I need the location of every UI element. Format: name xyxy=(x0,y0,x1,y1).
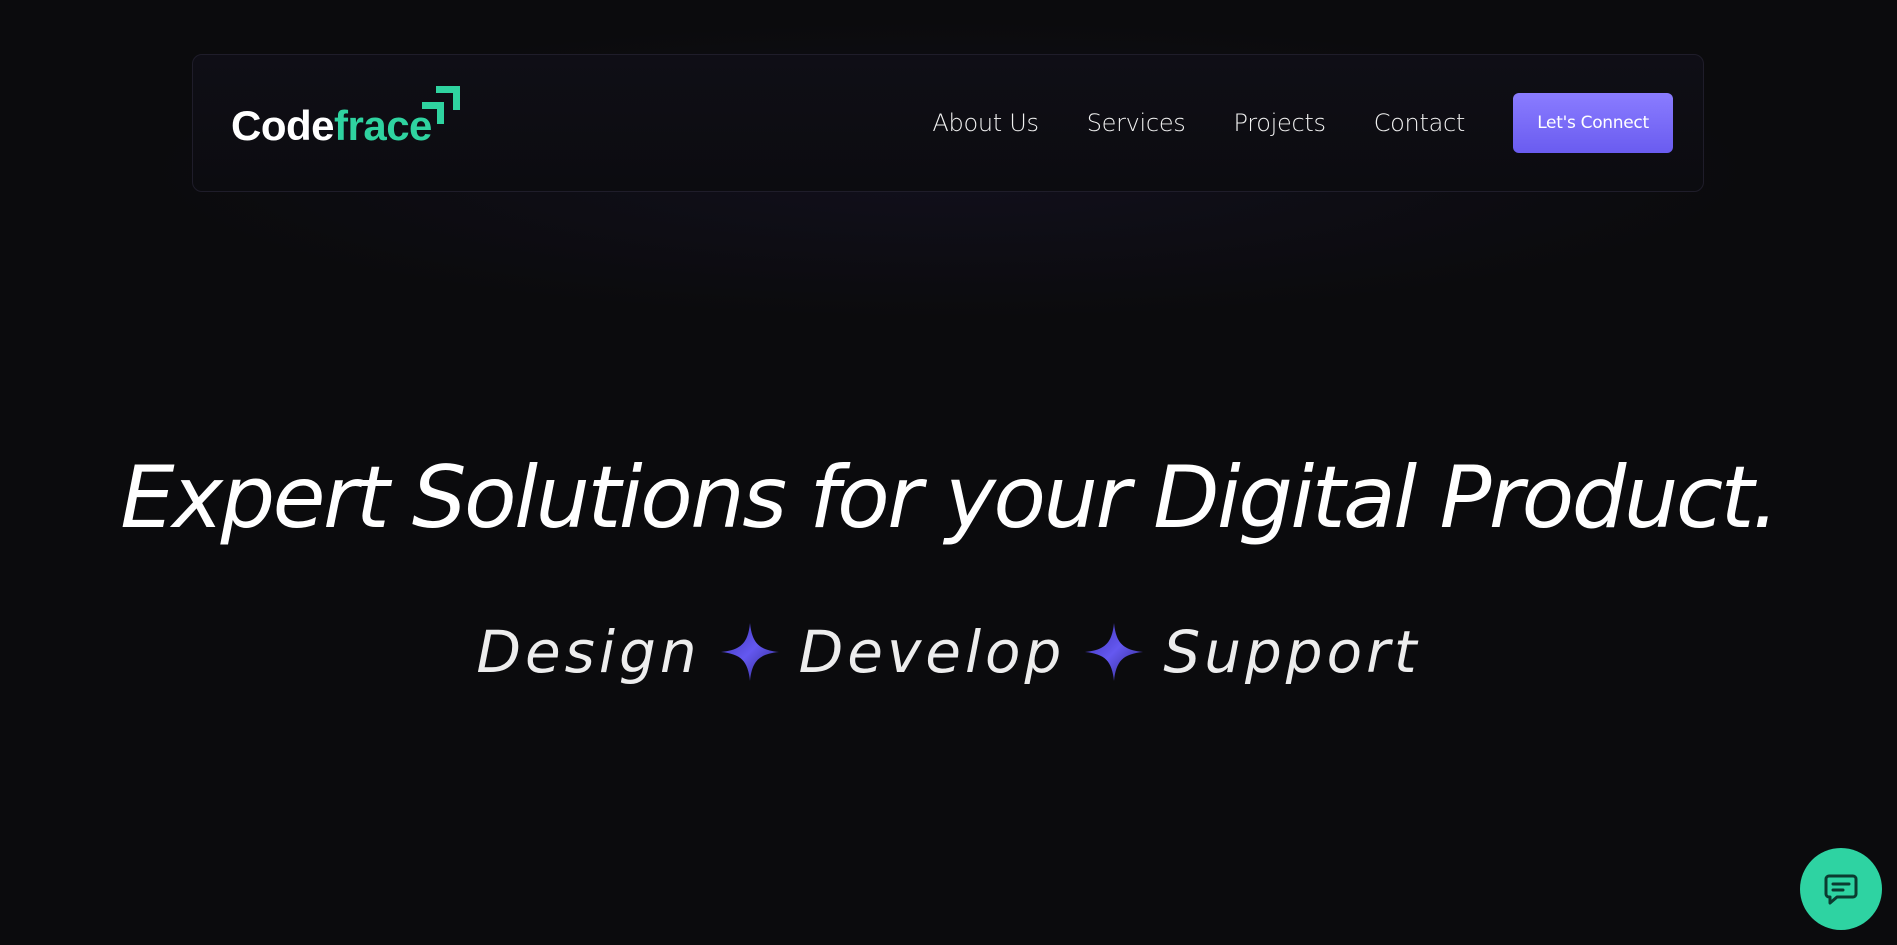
navbar: Code frace About Us Services Projects Co… xyxy=(192,54,1704,192)
tagline-develop: Develop xyxy=(798,618,1066,686)
hero-title: Expert Solutions for your Digital Produc… xyxy=(120,448,1779,548)
nav-link-contact[interactable]: Contact xyxy=(1374,109,1466,137)
tagline-support: Support xyxy=(1163,618,1421,686)
nav-link-services[interactable]: Services xyxy=(1087,109,1186,137)
nav-link-projects[interactable]: Projects xyxy=(1234,109,1327,137)
sparkle-icon xyxy=(1085,623,1144,681)
chat-icon xyxy=(1824,874,1858,905)
hero-tagline: Design Develop Support xyxy=(0,618,1897,686)
lets-connect-button[interactable]: Let's Connect xyxy=(1513,93,1673,153)
logo-arrows-icon xyxy=(421,86,460,124)
tagline-design: Design xyxy=(476,618,701,686)
chat-widget-button[interactable] xyxy=(1800,848,1882,930)
nav-links: About Us Services Projects Contact Let's… xyxy=(932,93,1673,153)
logo[interactable]: Code frace xyxy=(231,86,466,150)
page: Code frace About Us Services Projects Co… xyxy=(0,0,1897,945)
logo-text-code: Code xyxy=(231,102,335,149)
sparkle-icon xyxy=(720,623,779,681)
nav-link-about-us[interactable]: About Us xyxy=(932,109,1039,137)
